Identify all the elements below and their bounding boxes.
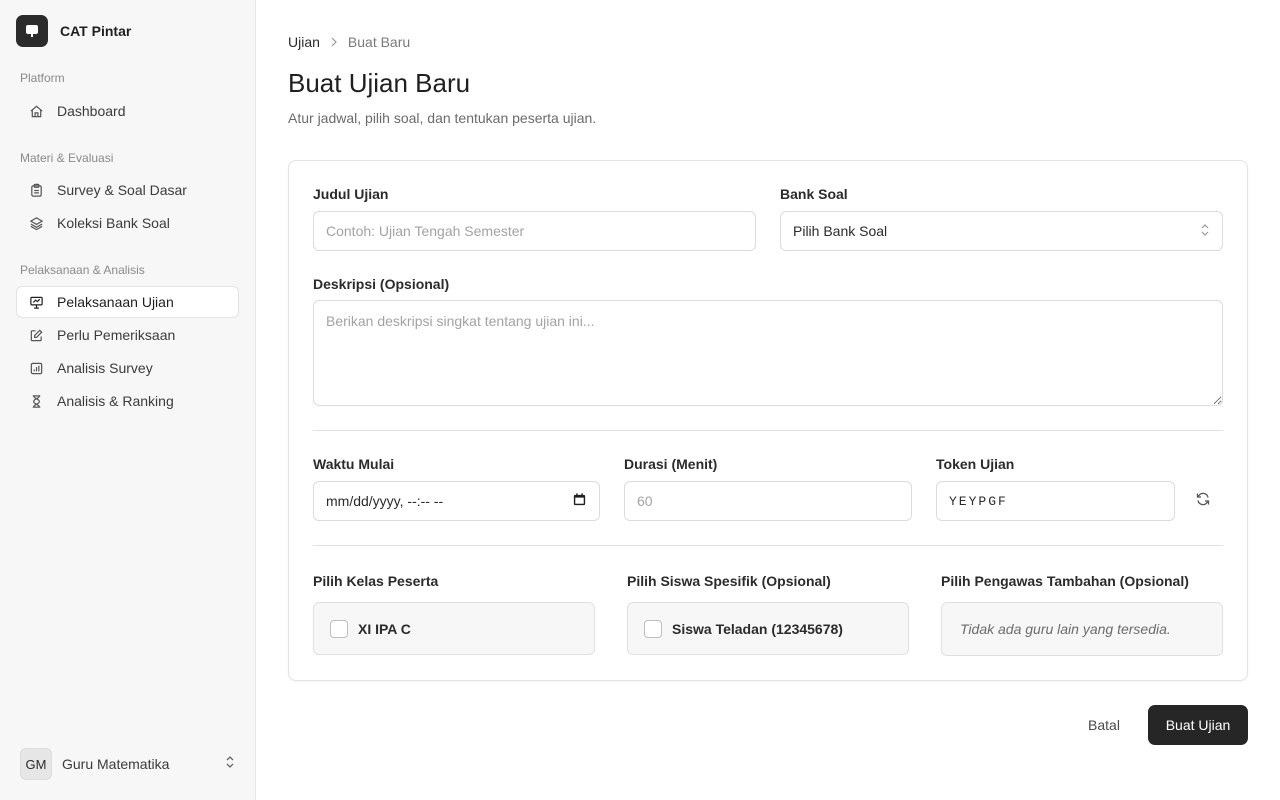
monitor-icon	[16, 15, 48, 47]
siswa-option-label: Siswa Teladan (12345678)	[672, 620, 843, 637]
bank-soal-select[interactable]: Pilih Bank Soal	[780, 211, 1223, 251]
edit-icon	[29, 328, 44, 343]
user-name: Guru Matematika	[62, 756, 170, 772]
bar-chart-icon	[29, 361, 44, 376]
sidebar-item-label: Survey & Soal Dasar	[57, 182, 187, 198]
judul-input[interactable]	[313, 211, 756, 251]
sidebar-item-label: Koleksi Bank Soal	[57, 215, 170, 231]
token-value: YEYPGF	[949, 493, 1008, 509]
calendar-icon	[572, 492, 587, 510]
durasi-input[interactable]	[624, 481, 912, 521]
sidebar: CAT Pintar Platform Dashboard Materi & E…	[0, 0, 256, 800]
regenerate-token-button[interactable]	[1187, 485, 1219, 517]
avatar: GM	[20, 748, 52, 780]
sidebar-item-label: Analisis & Ranking	[57, 393, 174, 409]
chevron-right-icon	[330, 34, 338, 50]
siswa-list: Siswa Teladan (12345678)	[627, 602, 909, 655]
page-subtitle: Atur jadwal, pilih soal, dan tentukan pe…	[288, 110, 597, 126]
refresh-icon	[1195, 491, 1211, 512]
sidebar-item-label: Perlu Pemeriksaan	[57, 327, 176, 343]
hourglass-icon	[29, 394, 44, 409]
presentation-icon	[29, 295, 44, 310]
kelas-option-label: XI IPA C	[358, 620, 411, 637]
sidebar-item-perlu-pemeriksaan[interactable]: Perlu Pemeriksaan	[16, 319, 239, 351]
sidebar-item-analisis-ranking[interactable]: Analisis & Ranking	[16, 385, 239, 417]
deskripsi-textarea[interactable]	[313, 300, 1223, 406]
kelas-label: Pilih Kelas Peserta	[313, 573, 439, 589]
page-title: Buat Ujian Baru	[288, 68, 471, 98]
bank-soal-value: Pilih Bank Soal	[793, 223, 888, 239]
sidebar-item-bank-soal[interactable]: Koleksi Bank Soal	[16, 207, 239, 239]
section-label-pelaksanaan: Pelaksanaan & Analisis	[20, 263, 145, 277]
bank-soal-label: Bank Soal	[780, 186, 848, 202]
waktu-mulai-label: Waktu Mulai	[313, 456, 395, 472]
cancel-button[interactable]: Batal	[1074, 706, 1134, 744]
divider	[313, 430, 1223, 431]
clipboard-icon	[29, 183, 44, 198]
sidebar-item-label: Analisis Survey	[57, 360, 153, 376]
user-menu[interactable]: GM Guru Matematika	[20, 748, 236, 780]
sidebar-item-pelaksanaan-ujian[interactable]: Pelaksanaan Ujian	[16, 286, 239, 318]
breadcrumb: Ujian Buat Baru	[288, 34, 410, 50]
divider	[313, 545, 1223, 546]
sidebar-item-analisis-survey[interactable]: Analisis Survey	[16, 352, 239, 384]
breadcrumb-current: Buat Baru	[347, 34, 411, 50]
token-label: Token Ujian	[936, 456, 1015, 472]
sidebar-item-survey[interactable]: Survey & Soal Dasar	[16, 174, 239, 206]
siswa-checkbox[interactable]	[644, 619, 662, 638]
brand[interactable]: CAT Pintar	[16, 15, 131, 47]
section-label-platform: Platform	[20, 71, 65, 85]
kelas-list: XI IPA C	[313, 602, 595, 655]
judul-label: Judul Ujian	[313, 186, 389, 202]
home-icon	[29, 104, 44, 119]
app-name: CAT Pintar	[60, 23, 132, 39]
pengawas-list: Tidak ada guru lain yang tersedia.	[941, 602, 1223, 656]
waktu-mulai-input[interactable]: mm/dd/yyyy, --:-- --	[313, 481, 600, 521]
section-label-materi: Materi & Evaluasi	[20, 151, 114, 165]
exam-form-card: Judul Ujian Bank Soal Pilih Bank Soal De…	[288, 160, 1248, 681]
siswa-label: Pilih Siswa Spesifik (Opsional)	[627, 573, 831, 589]
sidebar-item-label: Pelaksanaan Ujian	[57, 294, 174, 310]
durasi-label: Durasi (Menit)	[624, 456, 718, 472]
chevrons-up-down-icon	[1200, 223, 1210, 240]
create-exam-button[interactable]: Buat Ujian	[1148, 705, 1248, 745]
waktu-mulai-value: mm/dd/yyyy, --:-- --	[326, 493, 444, 509]
sidebar-item-label: Dashboard	[57, 103, 126, 119]
sidebar-item-dashboard[interactable]: Dashboard	[16, 95, 239, 127]
token-input[interactable]: YEYPGF	[936, 481, 1175, 521]
pengawas-label: Pilih Pengawas Tambahan (Opsional)	[941, 573, 1189, 589]
deskripsi-label: Deskripsi (Opsional)	[313, 276, 450, 292]
layers-icon	[29, 216, 44, 231]
pengawas-empty-text: Tidak ada guru lain yang tersedia.	[960, 621, 1171, 637]
kelas-checkbox[interactable]	[330, 619, 348, 638]
breadcrumb-link-ujian[interactable]: Ujian	[288, 34, 320, 50]
chevrons-up-down-icon	[224, 754, 236, 775]
